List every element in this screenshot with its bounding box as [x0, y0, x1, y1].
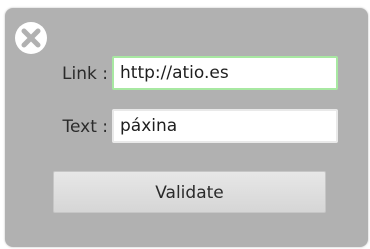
close-button[interactable] [12, 19, 50, 57]
text-row: Text : [5, 109, 368, 145]
validate-button[interactable]: Validate [53, 171, 326, 213]
link-row: Link : [5, 56, 368, 92]
close-x-circle-icon [15, 22, 47, 54]
link-dialog: Link : Text : Validate [5, 8, 368, 247]
text-input[interactable] [112, 109, 338, 143]
link-input[interactable] [112, 56, 338, 90]
link-label: Link : [62, 64, 108, 84]
text-label: Text : [62, 117, 108, 137]
